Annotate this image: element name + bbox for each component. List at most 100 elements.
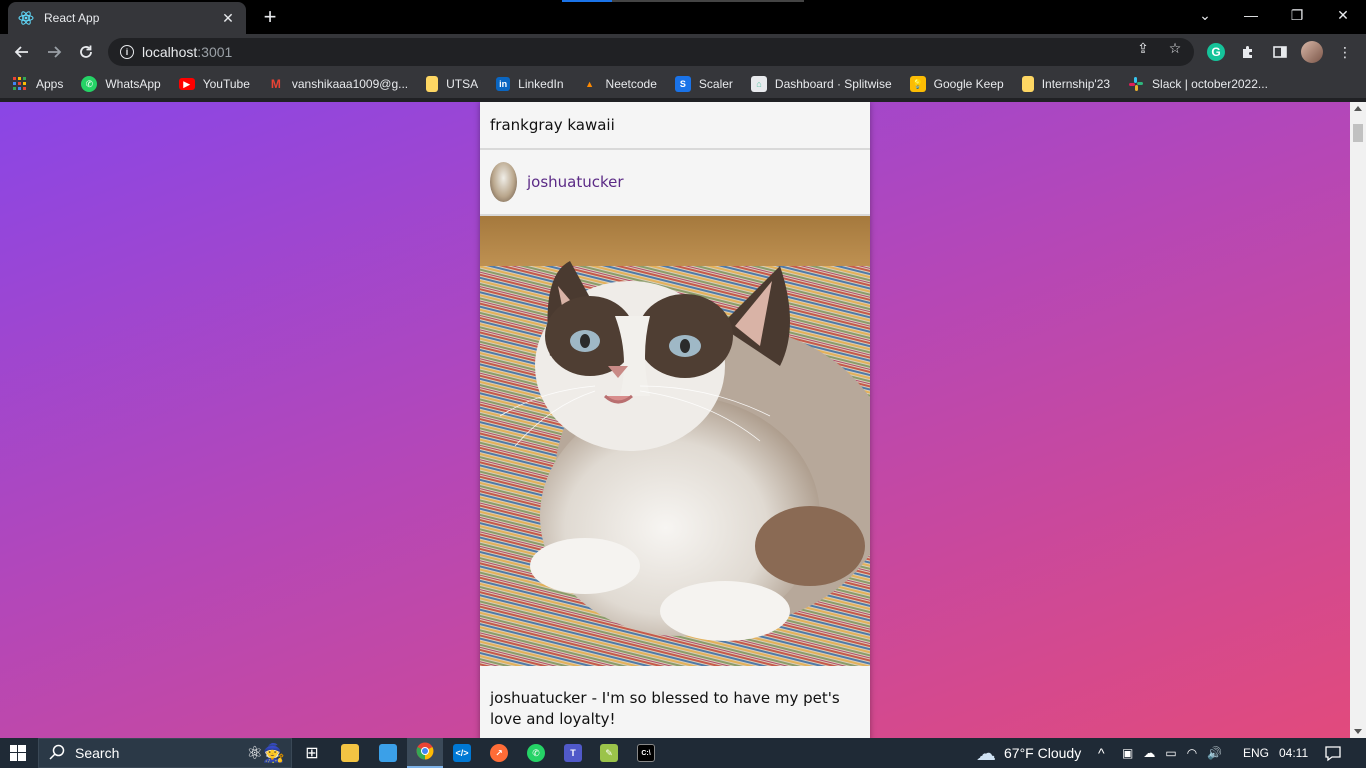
restore-button[interactable]: ❐ [1274, 0, 1320, 30]
side-panel-icon[interactable] [1269, 41, 1291, 63]
bookmark-label: Google Keep [933, 77, 1004, 91]
grammarly-extension-icon[interactable]: G [1207, 43, 1225, 61]
page-viewport: frankgray kawaii joshuatucker joshuatuck… [0, 102, 1366, 738]
url-port: :3001 [197, 44, 233, 60]
page-scrollbar[interactable] [1350, 102, 1366, 738]
bookmark-linkedin[interactable]: in LinkedIn [496, 77, 564, 91]
bookmark-youtube[interactable]: ▶ YouTube [178, 77, 250, 91]
notepad-app[interactable]: ✎ [591, 738, 627, 768]
folder-icon [426, 76, 439, 92]
search-icon [49, 744, 65, 763]
bookmark-internship[interactable]: Internship'23 [1021, 76, 1111, 92]
bookmark-utsa[interactable]: UTSA [426, 76, 478, 92]
bookmarks-bar: Apps ✆ WhatsApp ▶ YouTube M vanshikaaa10… [0, 70, 1366, 98]
tab-close-icon[interactable]: ✕ [220, 10, 236, 27]
bookmark-scaler[interactable]: S Scaler [674, 76, 733, 92]
bookmark-label: LinkedIn [518, 77, 564, 91]
scaler-icon: S [674, 76, 691, 92]
bookmark-apps[interactable]: Apps [12, 76, 63, 92]
bookmark-splitwise[interactable]: ⌂ Dashboard · Splitwise [750, 76, 892, 92]
splitwise-icon: ⌂ [750, 76, 767, 92]
profile-avatar[interactable] [1301, 41, 1323, 63]
bookmark-label: Internship'23 [1041, 77, 1111, 91]
reload-button[interactable] [74, 40, 98, 64]
notepad-icon: ✎ [600, 744, 618, 762]
bookmark-google-keep[interactable]: 💡 Google Keep [909, 76, 1004, 92]
vscode-icon: </> [453, 744, 471, 762]
bookmark-label: vanshikaaa1009@g... [291, 77, 409, 91]
notification-center-icon[interactable] [1324, 738, 1342, 768]
user-avatar[interactable] [490, 162, 517, 202]
bookmark-whatsapp[interactable]: ✆ WhatsApp [81, 76, 161, 92]
meet-now-icon[interactable]: ▣ [1122, 746, 1133, 760]
file-explorer-app[interactable] [332, 738, 368, 768]
gmail-icon: M [270, 77, 281, 91]
chrome-menu-icon[interactable]: ⋮ [1334, 41, 1356, 63]
task-view-icon: ⊞ [305, 745, 319, 762]
wifi-icon[interactable]: ◠ [1187, 746, 1197, 760]
show-hidden-icons-button[interactable]: ^ [1098, 738, 1105, 768]
whatsapp-icon: ✆ [527, 744, 545, 762]
battery-icon[interactable]: ▭ [1165, 746, 1176, 760]
bookmark-gmail[interactable]: M vanshikaaa1009@g... [268, 76, 408, 92]
tab-search-dropdown-icon[interactable]: ⌄ [1182, 0, 1228, 30]
onedrive-cloud-icon[interactable]: ☁ [1143, 746, 1155, 760]
tray-icons[interactable]: ▣ ☁ ▭ ◠ 🔊 [1122, 738, 1222, 768]
bookmark-label: Apps [36, 77, 64, 91]
folder-icon [1021, 76, 1034, 92]
bookmark-label: Scaler [698, 77, 733, 91]
caption-username[interactable]: joshuatucker [490, 689, 587, 707]
desktop-icon [379, 744, 397, 762]
neetcode-icon: ▲ [585, 79, 594, 89]
bookmark-label: Neetcode [605, 77, 657, 91]
post-image-cat [480, 216, 870, 666]
bookmark-neetcode[interactable]: ▲ Neetcode [582, 76, 657, 92]
address-bar[interactable]: i localhost :3001 [108, 38, 1194, 66]
postman-icon: ↗ [490, 744, 508, 762]
terminal-app[interactable]: C:\ [628, 738, 664, 768]
scroll-down-arrow-icon[interactable] [1354, 729, 1362, 734]
terminal-icon: C:\ [637, 744, 655, 762]
clock[interactable]: 04:11 [1279, 738, 1308, 768]
bookmark-star-icon[interactable]: ☆ [1166, 40, 1184, 57]
windows-taskbar: Search ⚛🧙 ⊞ </> ↗ ✆ T ✎ C:\ ☁ 67°F Cloud… [0, 738, 1366, 768]
post-caption: joshuatucker - I'm so blessed to have my … [480, 666, 870, 730]
post-username[interactable]: joshuatucker [527, 173, 624, 191]
react-logo-icon [18, 10, 34, 26]
minimize-button[interactable]: — [1228, 0, 1274, 30]
teams-app[interactable]: T [555, 738, 591, 768]
bookmark-label: WhatsApp [105, 77, 161, 91]
weather-text: 67°F Cloudy [1004, 745, 1082, 761]
language-indicator[interactable]: ENG [1243, 738, 1269, 768]
back-button[interactable] [10, 40, 34, 64]
google-keep-icon: 💡 [909, 76, 926, 92]
youtube-icon: ▶ [178, 78, 195, 90]
site-info-icon[interactable]: i [120, 45, 134, 59]
scrollbar-thumb[interactable] [1353, 124, 1363, 142]
new-tab-button[interactable]: + [258, 4, 282, 30]
tab-title: React App [44, 11, 100, 25]
volume-icon[interactable]: 🔊 [1207, 746, 1222, 760]
remote-desktop-app[interactable] [370, 738, 406, 768]
previous-post-comment: frankgray kawaii [480, 102, 870, 150]
whatsapp-app[interactable]: ✆ [518, 738, 554, 768]
extensions-puzzle-icon[interactable] [1237, 41, 1259, 63]
bookmark-slack[interactable]: Slack | october2022... [1128, 76, 1268, 92]
weather-widget[interactable]: ☁ 67°F Cloudy [976, 738, 1081, 768]
windows-start-button[interactable] [0, 738, 36, 768]
taskbar-search-box[interactable]: Search ⚛🧙 [38, 738, 292, 768]
tab-scroll-indicator [562, 0, 804, 2]
task-view-button[interactable]: ⊞ [294, 738, 330, 768]
browser-tab-active[interactable]: React App ✕ [8, 2, 246, 34]
share-icon[interactable]: ⇪ [1134, 40, 1152, 57]
forward-button[interactable] [42, 40, 66, 64]
close-window-button[interactable]: ✕ [1320, 0, 1366, 30]
scroll-up-arrow-icon[interactable] [1354, 106, 1362, 111]
search-highlight-icon: ⚛🧙 [246, 742, 285, 763]
vscode-app[interactable]: </> [444, 738, 480, 768]
whatsapp-icon: ✆ [81, 76, 98, 92]
folder-icon [341, 744, 359, 762]
postman-app[interactable]: ↗ [481, 738, 517, 768]
cloud-icon: ☁ [976, 742, 996, 765]
chrome-app[interactable] [407, 738, 443, 768]
